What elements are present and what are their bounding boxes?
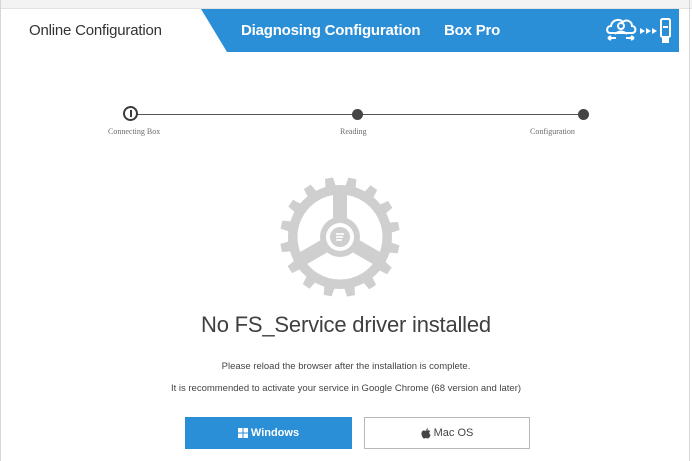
reload-note: Please reload the browser after the inst… (221, 361, 471, 372)
status-title: No FS_Service driver installed (201, 312, 491, 337)
download-windows-button[interactable]: Windows (185, 417, 352, 449)
step-configuration-marker (578, 109, 589, 120)
gear-icon (270, 167, 410, 307)
apple-icon (421, 427, 431, 439)
download-mac-button[interactable]: Mac OS (364, 417, 530, 449)
step-reading-marker (352, 109, 363, 120)
step-configuration-label: Configuration (530, 127, 575, 136)
step-connecting-box-label: Connecting Box (108, 127, 161, 136)
browser-recommendation-note: It is recommended to activate your servi… (170, 383, 522, 394)
download-windows-label: Windows (250, 427, 300, 439)
download-mac-label: Mac OS (433, 427, 474, 439)
step-reading-label: Reading (340, 127, 367, 136)
windows-icon (237, 428, 248, 438)
progress-stepper: Connecting Box Reading Configuration (0, 0, 692, 160)
step-connecting-box-marker (123, 106, 138, 121)
